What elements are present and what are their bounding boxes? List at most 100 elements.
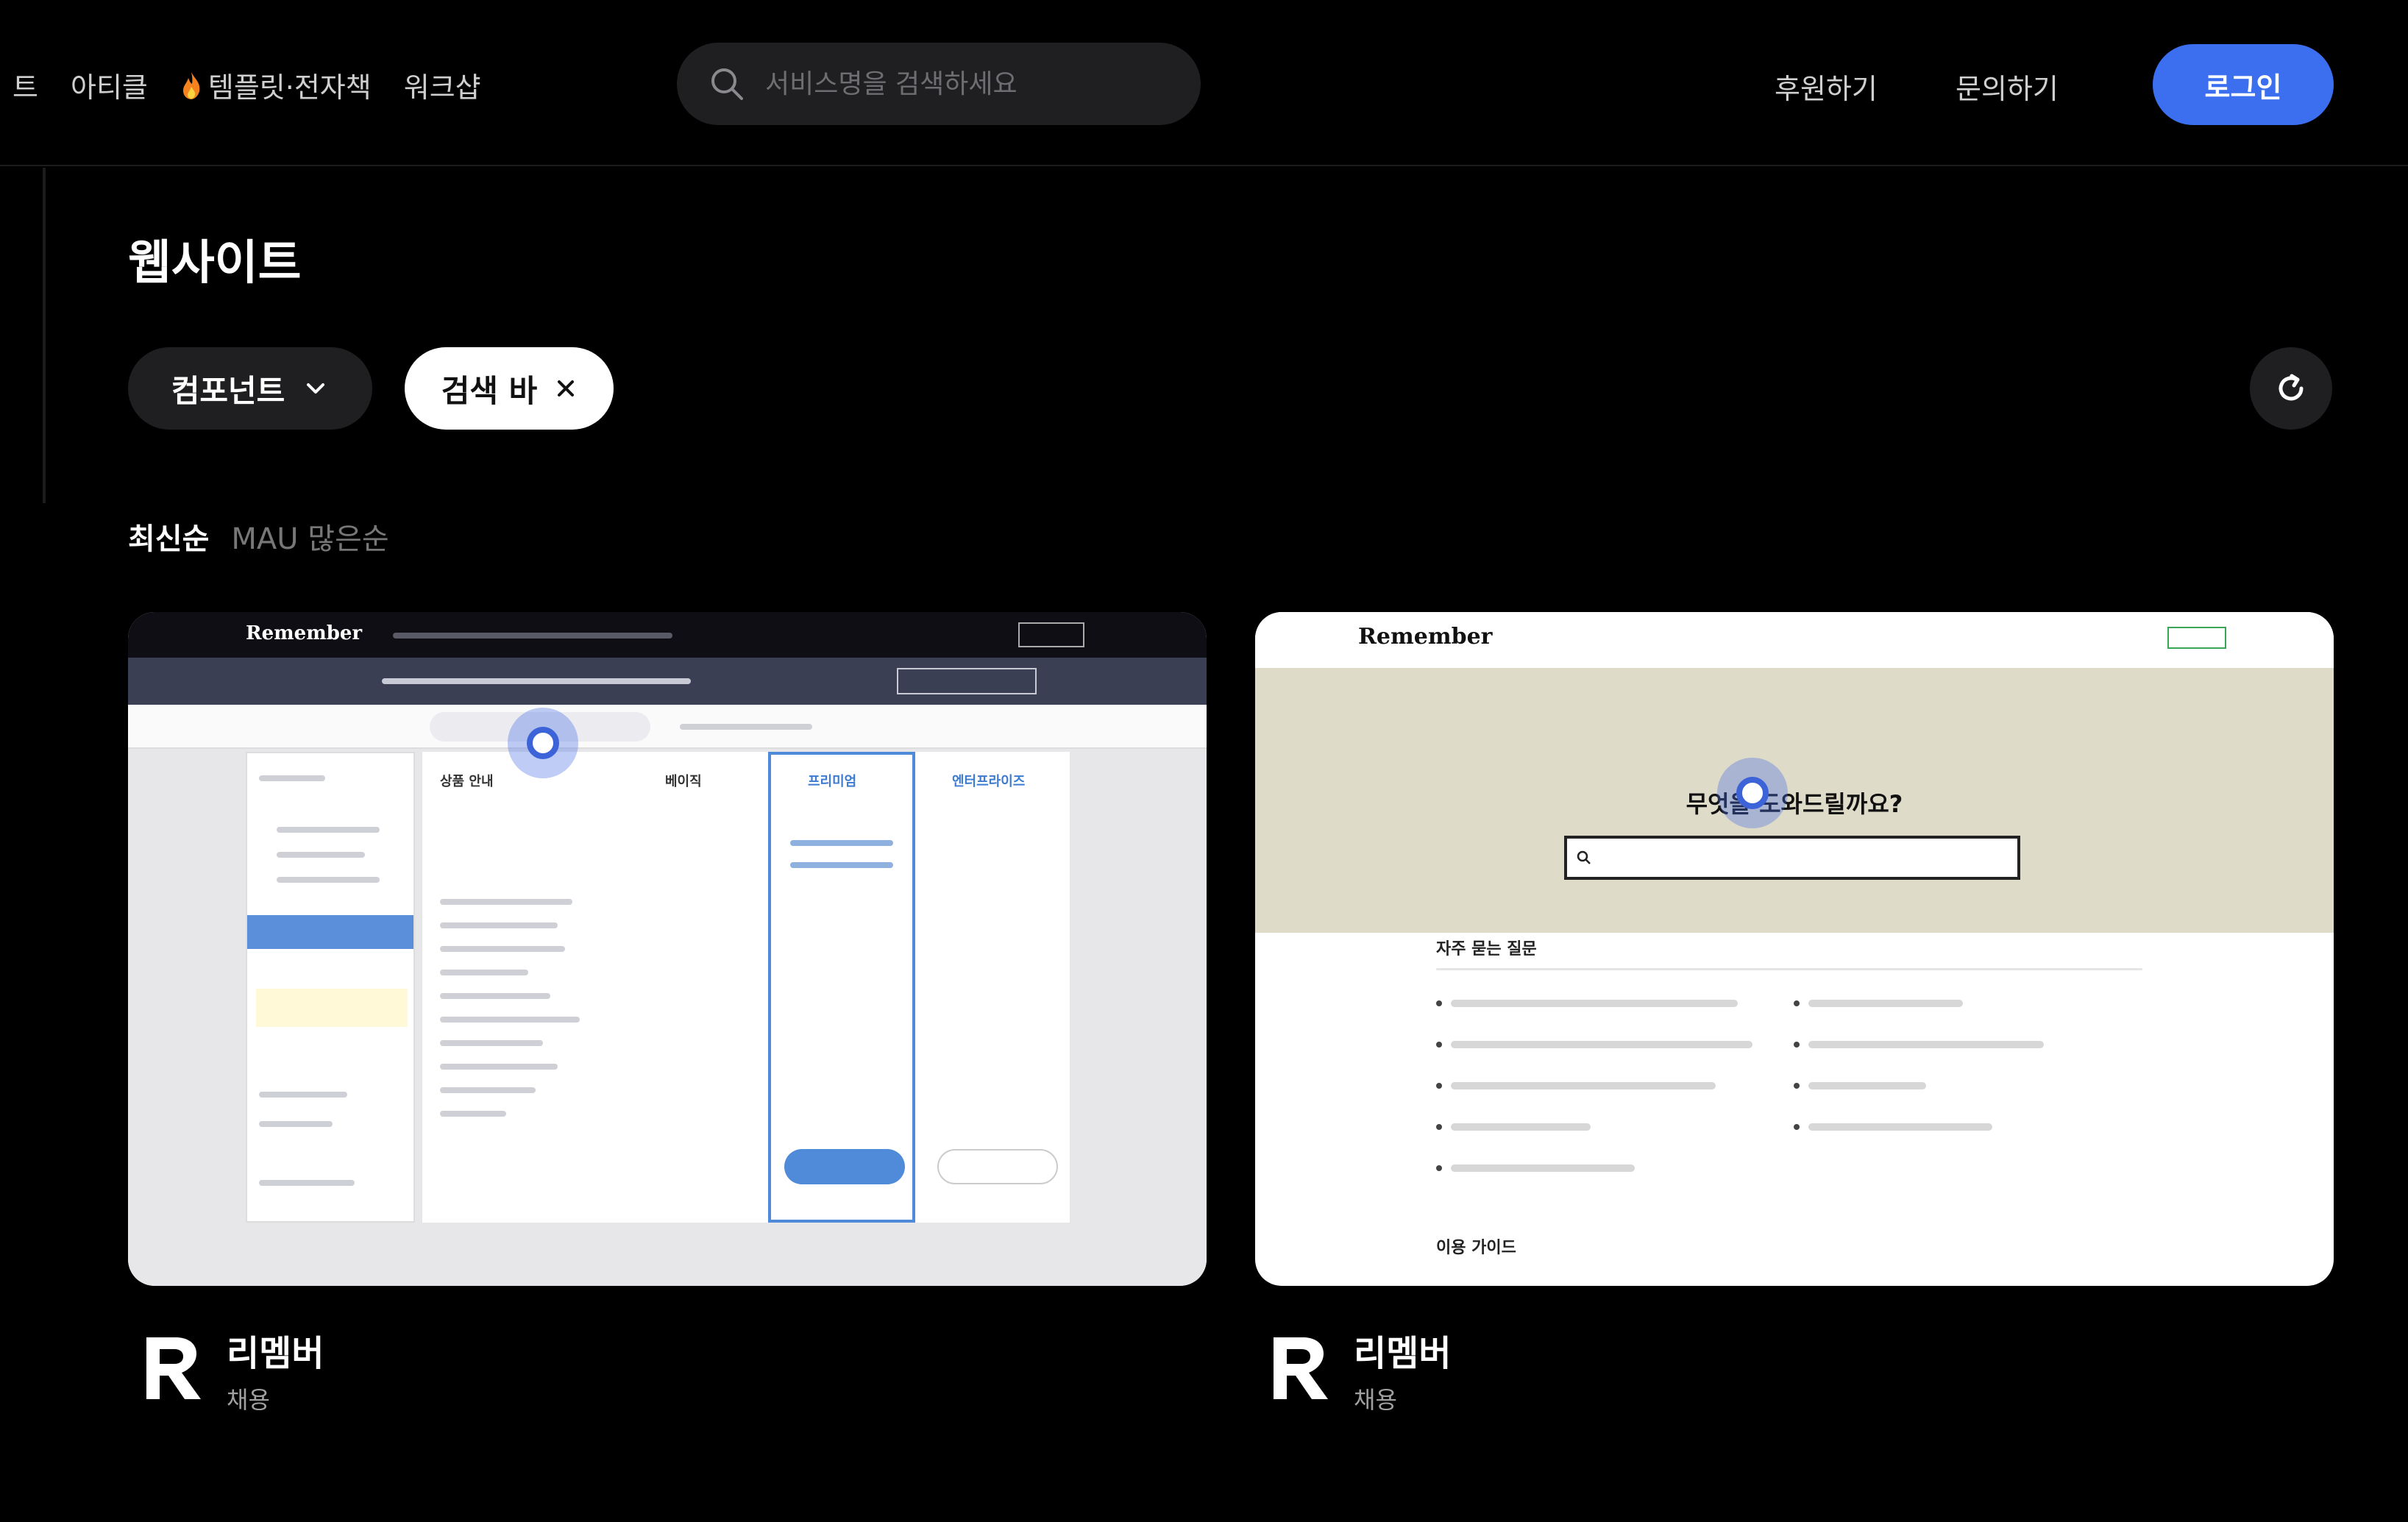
login-button[interactable]: 로그인	[2153, 44, 2334, 125]
thumb-brand: Remember	[246, 622, 363, 644]
thumb-faq-line	[1808, 1082, 1926, 1089]
thumb-sidebar	[246, 752, 415, 1223]
thumb-subbar	[128, 705, 1207, 749]
thumb-row	[440, 1017, 580, 1023]
thumb-nav-line	[393, 633, 672, 639]
thumb-topbar: Remember	[128, 612, 1207, 658]
close-icon[interactable]	[555, 377, 577, 399]
thumb-side-line	[277, 827, 380, 833]
thumb-label: 베이직	[665, 774, 702, 789]
thumb-bullet	[1794, 1083, 1800, 1089]
thumb-side-line	[259, 1180, 355, 1186]
sort-options: 최신순 MAU 많은순	[128, 515, 389, 558]
active-filter-chip[interactable]: 검색 바	[405, 347, 614, 430]
thumb-faq-line	[1808, 1000, 1963, 1007]
nav-item-label: 템플릿·전자책	[207, 71, 372, 104]
nav-item-partial[interactable]: 트	[0, 65, 38, 105]
active-filter-label: 검색 바	[441, 372, 538, 409]
nav-item-templates[interactable]: 템플릿·전자책	[180, 65, 372, 105]
sort-latest[interactable]: 최신순	[128, 515, 209, 558]
service-category: 채용	[1354, 1386, 1397, 1414]
thumb-hero: 무엇을 도와드릴까요?	[1255, 668, 2334, 933]
thumb-bullet	[1794, 1000, 1800, 1006]
thumb-faq-line	[1451, 1041, 1752, 1048]
thumb-faq-line	[1808, 1123, 1992, 1131]
thumb-inquiry-button	[937, 1149, 1058, 1184]
thumb-topbar: Remember	[1255, 612, 2334, 668]
service-card-info[interactable]: 리멤버 채용	[128, 1324, 324, 1415]
thumb-faq-line	[1451, 1164, 1635, 1172]
category-dropdown-label: 컴포넌트	[171, 372, 285, 409]
thumb-banner-text	[382, 678, 691, 684]
thumb-question: 무엇을 도와드릴까요?	[1686, 790, 1903, 818]
thumb-row	[790, 840, 893, 846]
service-category: 채용	[227, 1386, 270, 1414]
side-divider	[43, 168, 46, 503]
thumb-row	[440, 946, 565, 952]
thumb-button	[2167, 627, 2226, 649]
page-title: 웹사이트	[128, 236, 302, 291]
top-header: 트 아티클 템플릿·전자책 워크샵 후원하기 문의하기 로그인	[0, 0, 2408, 166]
refresh-button[interactable]	[2250, 347, 2332, 430]
refresh-icon	[2279, 374, 2304, 401]
thumb-brand: Remember	[1358, 624, 1493, 650]
thumb-column: 베이직	[614, 752, 761, 1223]
sponsor-link[interactable]: 후원하기	[1775, 66, 1878, 107]
nav-item-workshop[interactable]: 워크샵	[404, 65, 481, 105]
thumb-faq-line	[1451, 1123, 1591, 1131]
service-name: 리멤버	[1354, 1333, 1452, 1374]
sort-mau[interactable]: MAU 많은순	[231, 515, 388, 558]
contact-link[interactable]: 문의하기	[1956, 66, 2059, 107]
category-dropdown[interactable]: 컴포넌트	[128, 347, 372, 430]
thumb-row	[440, 1064, 558, 1070]
thumb-row	[440, 970, 528, 975]
thumb-label: 프리미엄	[808, 774, 857, 789]
search-bar[interactable]	[677, 43, 1201, 125]
thumb-side-line	[259, 1121, 333, 1127]
thumb-faq-line	[1451, 1082, 1716, 1089]
thumb-row	[440, 1111, 506, 1117]
thumb-side-line	[259, 775, 325, 781]
thumb-banner	[128, 658, 1207, 705]
click-indicator	[508, 708, 578, 778]
thumb-search-input	[1564, 836, 2020, 880]
nav-item-label: 워크샵	[403, 71, 481, 104]
thumb-row	[440, 1087, 536, 1093]
remember-logo-icon	[128, 1324, 216, 1412]
thumb-side-note	[256, 989, 408, 1027]
nav-item-articles[interactable]: 아티클	[71, 65, 148, 105]
search-icon	[1577, 850, 1591, 864]
chevron-down-icon	[307, 383, 325, 394]
thumb-bullet	[1794, 1042, 1800, 1048]
service-card-thumbnail[interactable]: Remember 상품 안내 베이직 프리미엄 엔터프라이즈	[128, 612, 1207, 1286]
thumb-label: 상품 안내	[440, 774, 494, 789]
thumb-bullet	[1436, 1083, 1442, 1089]
click-indicator	[1717, 758, 1788, 828]
service-card-thumbnail[interactable]: Remember 무엇을 도와드릴까요? 자주 묻는 질문 이용 가이드	[1255, 612, 2334, 1286]
remember-logo-icon	[1255, 1324, 1343, 1412]
search-input[interactable]	[765, 68, 1177, 99]
search-icon	[711, 68, 743, 100]
thumb-side-line	[277, 877, 380, 883]
service-card-info[interactable]: 리멤버 채용	[1255, 1324, 1451, 1415]
thumb-sub-line	[680, 724, 812, 730]
thumb-bullet	[1436, 1165, 1442, 1171]
thumb-bullet	[1436, 1000, 1442, 1006]
service-card-text: 리멤버 채용	[227, 1324, 324, 1415]
thumb-faq-line	[1808, 1041, 2044, 1048]
flame-icon	[182, 71, 200, 99]
thumb-banner-button	[897, 668, 1037, 694]
thumb-bullet	[1436, 1042, 1442, 1048]
thumb-label: 엔터프라이즈	[952, 774, 1026, 789]
nav-item-label: 아티클	[71, 71, 148, 104]
thumb-row	[440, 1040, 543, 1046]
thumb-guide-heading: 이용 가이드	[1436, 1239, 1516, 1257]
thumb-side-line	[259, 1092, 347, 1098]
thumb-bullet	[1436, 1124, 1442, 1130]
thumb-row	[440, 993, 550, 999]
thumb-divider	[1436, 968, 2142, 970]
service-name: 리멤버	[227, 1333, 324, 1374]
thumb-faq-line	[1451, 1000, 1738, 1007]
thumb-row	[790, 862, 893, 868]
thumb-trial-button	[784, 1149, 905, 1184]
